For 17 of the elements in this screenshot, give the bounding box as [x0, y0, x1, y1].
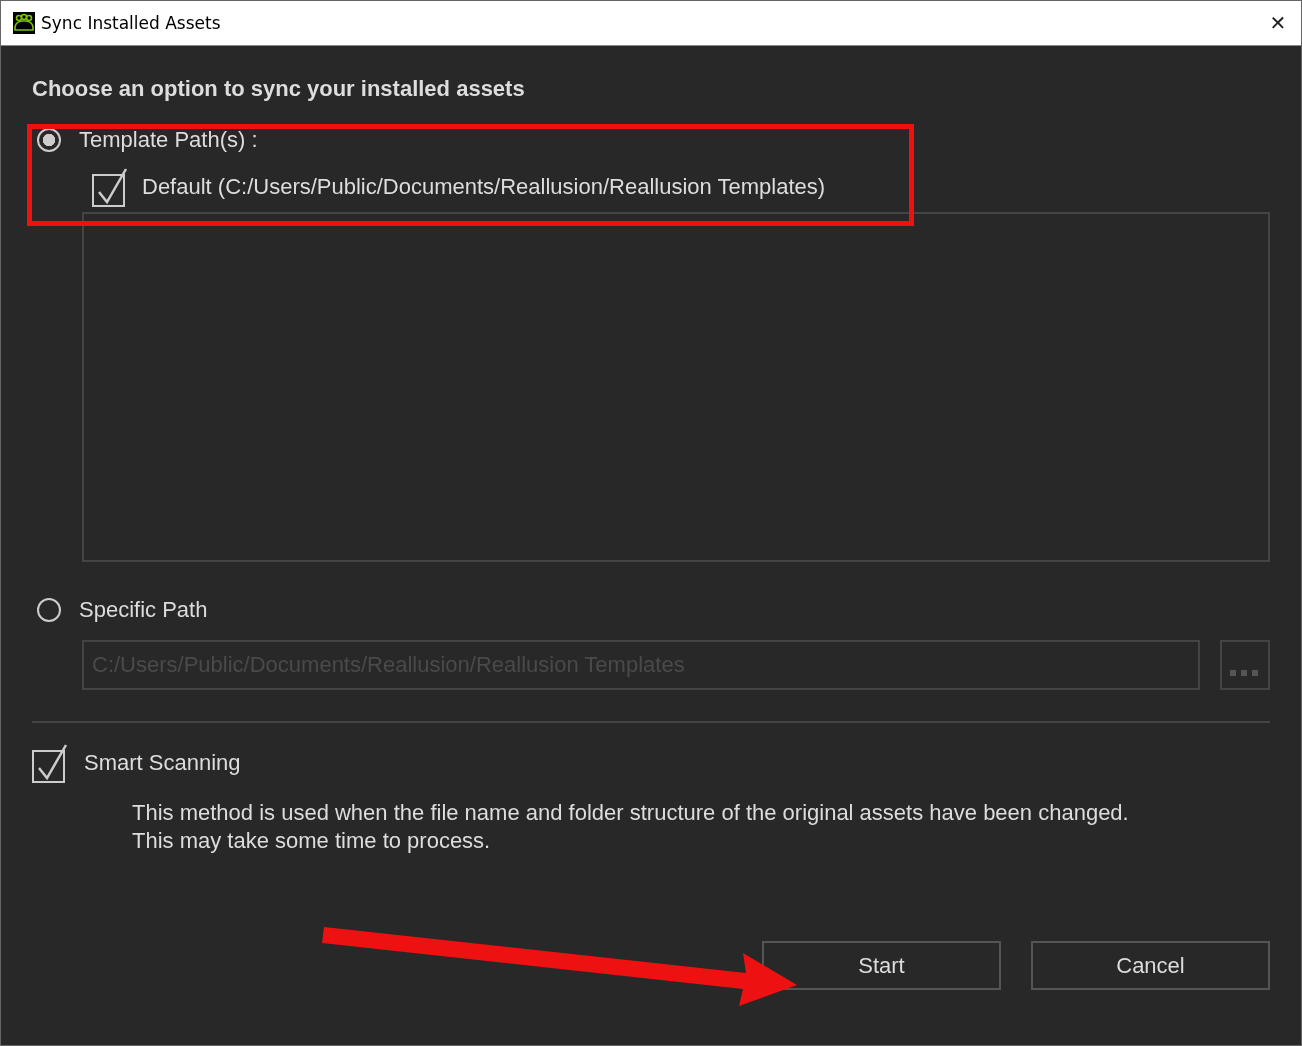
description-text: This method is used when the file name and folder structure of the original assets have been changed.	[132, 799, 1130, 827]
option-label: Smart Scanning	[84, 750, 241, 776]
window-title: Sync Installed Assets	[41, 13, 222, 33]
ellipsis-icon	[1230, 670, 1260, 678]
radio-button[interactable]	[37, 598, 61, 622]
dialog-button[interactable]: Cancel	[1031, 941, 1270, 990]
description-text: This may take some time to process.	[132, 827, 492, 855]
option-label: Template Path(s) :	[79, 127, 258, 153]
path-label: Default (C:/Users/Public/Documents/Reallusion/Reallusion Templates)	[142, 174, 826, 200]
close-button[interactable]: ✕	[1255, 1, 1301, 45]
option-label: Specific Path	[79, 597, 208, 623]
checkbox[interactable]	[32, 743, 68, 783]
radio-button[interactable]	[37, 128, 61, 152]
section-heading: Choose an option to sync your installed assets	[32, 76, 526, 103]
checkbox[interactable]	[92, 167, 128, 207]
dialog-button[interactable]: Start	[762, 941, 1001, 990]
people-group-icon	[13, 12, 35, 34]
